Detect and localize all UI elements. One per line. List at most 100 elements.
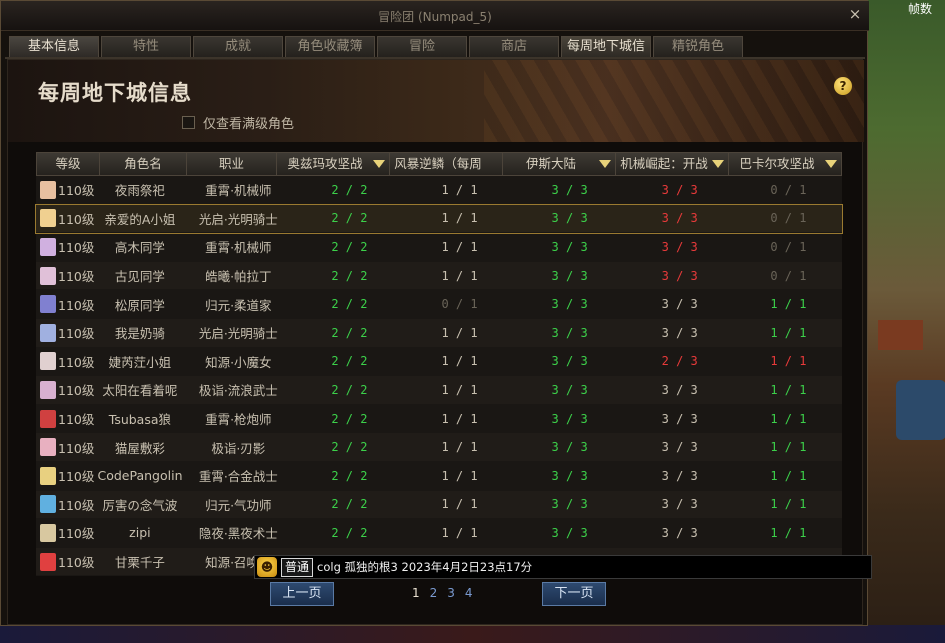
chat-message-text: colg 孤独的根3 2023年4月2日23点17分 [317,560,533,574]
character-avatar [40,409,56,428]
level-text: 110级 [58,469,95,485]
name-cell: 亲爱的A小姐 [104,211,176,227]
dungeon-bakal-cell: 0 / 1 [770,182,807,197]
character-avatar [40,523,56,542]
dungeon-mechanical-cell: 3 / 3 [661,268,698,283]
prev-page-button[interactable]: 上一页 [270,582,334,606]
table-row[interactable]: 110级 亲爱的A小姐 光启·光明骑士 2 / 2 1 / 1 3 / 3 3 / 3 0 /… [35,203,843,235]
tab-4[interactable]: 冒险 [377,36,467,57]
header-dungeon-ozma-label: 奥兹玛攻坚战 [287,156,363,171]
table-row[interactable]: 110级 高木同学 重霄·机械师 2 / 2 1 / 1 3 / 3 3 / 3 0 / 1 [36,233,842,262]
close-button[interactable]: × [847,6,863,22]
level-cell: 110级 [36,323,98,342]
tab-bar: 基本信息特性成就角色收藏簿冒险商店每周地下城信息精锐角色 [9,36,743,74]
level-text: 110级 [58,497,95,513]
dungeon-mechanical-cell: 3 / 3 [661,325,698,340]
dungeon-bakal-cell: 0 / 1 [770,268,807,283]
dungeon-storm-cell: 1 / 1 [441,354,478,369]
table-row[interactable]: 110级 夜雨祭祀 重霄·机械师 2 / 2 1 / 1 3 / 3 3 / 3 0 / 1 [36,176,842,205]
page-number[interactable]: 3 [447,586,455,600]
dungeon-ozma-cell: 2 / 2 [331,325,368,340]
adventure-team-window: 冒险团 (Numpad_5) × 基本信息 特性 成就 角色收藏簿 冒险 商店 每周地下城信… [0,0,869,626]
header-dungeon-storm[interactable]: 风暴逆鳞（每周 [390,153,503,175]
dungeon-storm-cell: 1 / 1 [441,325,478,340]
dungeon-storm-cell: 1 / 1 [441,497,478,512]
job-cell: 重霄·机械师 [205,183,272,199]
header-dungeon-bakal[interactable]: 巴卡尔攻坚战 [729,153,841,175]
table-row[interactable]: 110级 婕芮茳小姐 知源·小魔女 2 / 2 1 / 1 3 / 3 2 / 3 1 / 1 [36,347,842,377]
dungeon-storm-cell: 1 / 1 [441,268,478,283]
dungeon-bakal-cell: 1 / 1 [770,525,807,540]
header-dungeon-ozma[interactable]: 奥兹玛攻坚战 [277,153,390,175]
dungeon-isys-cell: 3 / 3 [551,525,588,540]
tab-3[interactable]: 角色收藏簿 [285,36,375,57]
header-dungeon-bakal-label: 巴卡尔攻坚战 [739,156,815,171]
header-dungeon-mechanical[interactable]: 机械崛起：开战 [616,153,729,175]
header-dungeon-isys[interactable]: 伊斯大陆 [503,153,616,175]
job-cell: 归元·柔道家 [205,297,272,313]
table-row[interactable]: 110级 古见同学 皓曦·帕拉丁 2 / 2 1 / 1 3 / 3 3 / 3 0 / 1 [36,261,842,291]
max-level-filter[interactable]: 仅查看满级角色 [182,113,294,132]
table-row[interactable]: 110级 Tsubasa狼 重霄·枪炮师 2 / 2 1 / 1 3 / 3 3 / 3 1 … [36,404,842,434]
page-number[interactable]: 4 [465,586,473,600]
chat-message-bar[interactable]: ☻ 普通 colg 孤独的根3 2023年4月2日23点17分 [254,555,872,579]
level-text: 110级 [58,555,95,571]
fps-label: 帧数 [908,2,933,16]
dungeon-isys-cell: 3 / 3 [551,211,588,226]
dungeon-isys-cell: 3 / 3 [551,497,588,512]
dungeon-storm-cell: 1 / 1 [441,411,478,426]
table-row[interactable]: 110级 CodePangolin 重霄·合金战士 2 / 2 1 / 1 3 / 3 3 … [36,461,842,491]
table-row[interactable]: 110级 松原同学 归元·柔道家 2 / 2 0 / 1 3 / 3 3 / 3 1 / 1 [36,290,842,319]
chat-channel-tag[interactable]: 普通 [281,557,314,577]
dungeon-ozma-cell: 2 / 2 [331,297,368,312]
filter-checkbox[interactable] [182,116,195,129]
dungeon-storm-cell: 1 / 1 [441,239,478,254]
dungeon-mechanical-cell: 3 / 3 [661,411,698,426]
job-cell: 重霄·合金战士 [198,469,278,485]
dungeon-ozma-cell: 2 / 2 [331,211,368,226]
character-avatar [40,295,56,314]
job-cell: 皓曦·帕拉丁 [205,269,272,285]
level-text: 110级 [58,383,95,399]
level-cell: 110级 [36,180,98,199]
dungeon-ozma-cell: 2 / 2 [331,411,368,426]
page-number[interactable]: 1 [412,586,420,600]
name-cell: 猫屋敷彩 [114,440,165,456]
chat-emote-icon[interactable]: ☻ [257,557,277,577]
table-row[interactable]: 110级 厉害の念气波 归元·气功师 2 / 2 1 / 1 3 / 3 3 / 3 1 / … [36,490,842,520]
job-cell: 隐夜·黑夜术士 [198,526,278,542]
character-avatar [40,180,56,199]
page-number[interactable]: 2 [430,586,438,600]
header-dungeon-storm-label: 风暴逆鳞（每周 [394,156,482,171]
tab-7[interactable]: 精锐角色 [653,36,743,57]
table-header: 等级 角色名 职业 奥兹玛攻坚战 风暴逆鳞（每周 伊斯大陆 机械崛起：开战 巴卡… [36,152,842,176]
tab-6[interactable]: 每周地下城信息 [561,36,651,74]
character-avatar [40,495,56,514]
scene-sign [896,380,945,440]
next-page-button[interactable]: 下一页 [542,582,606,606]
tab-1[interactable]: 特性 [101,36,191,57]
character-table: 等级 角色名 职业 奥兹玛攻坚战 风暴逆鳞（每周 伊斯大陆 机械崛起：开战 巴卡… [35,152,843,577]
character-avatar [40,352,56,371]
help-icon[interactable]: ? [834,77,852,95]
header-dungeon-mechanical-label: 机械崛起：开战 [620,156,708,171]
level-text: 110级 [58,269,95,285]
level-text: 110级 [58,526,95,542]
table-row[interactable]: 110级 猫屋敷彩 极诣·刃影 2 / 2 1 / 1 3 / 3 3 / 3 1 / 1 [36,433,842,462]
dungeon-isys-cell: 3 / 3 [551,268,588,283]
dungeon-mechanical-cell: 3 / 3 [661,239,698,254]
tab-5[interactable]: 商店 [469,36,559,57]
dungeon-mechanical-cell: 3 / 3 [661,182,698,197]
window-titlebar[interactable]: 冒险团 (Numpad_5) × [1,1,869,31]
table-row[interactable]: 110级 zipi 隐夜·黑夜术士 2 / 2 1 / 1 3 / 3 3 / 3 1 / 1 [36,519,842,548]
tab-0[interactable]: 基本信息 [9,36,99,57]
name-cell: 婕芮茳小姐 [108,354,172,370]
table-row[interactable]: 110级 太阳在看着呢 极诣·流浪武士 2 / 2 1 / 1 3 / 3 3 / 3 1 /… [36,376,842,405]
level-cell: 110级 [36,552,98,571]
dungeon-isys-cell: 3 / 3 [551,411,588,426]
dungeon-ozma-cell: 2 / 2 [331,182,368,197]
tab-2[interactable]: 成就 [193,36,283,57]
table-row[interactable]: 110级 我是奶骑 光启·光明骑士 2 / 2 1 / 1 3 / 3 3 / 3 1 / 1 [36,318,842,348]
name-cell: Tsubasa狼 [108,412,172,428]
character-avatar [40,209,56,228]
